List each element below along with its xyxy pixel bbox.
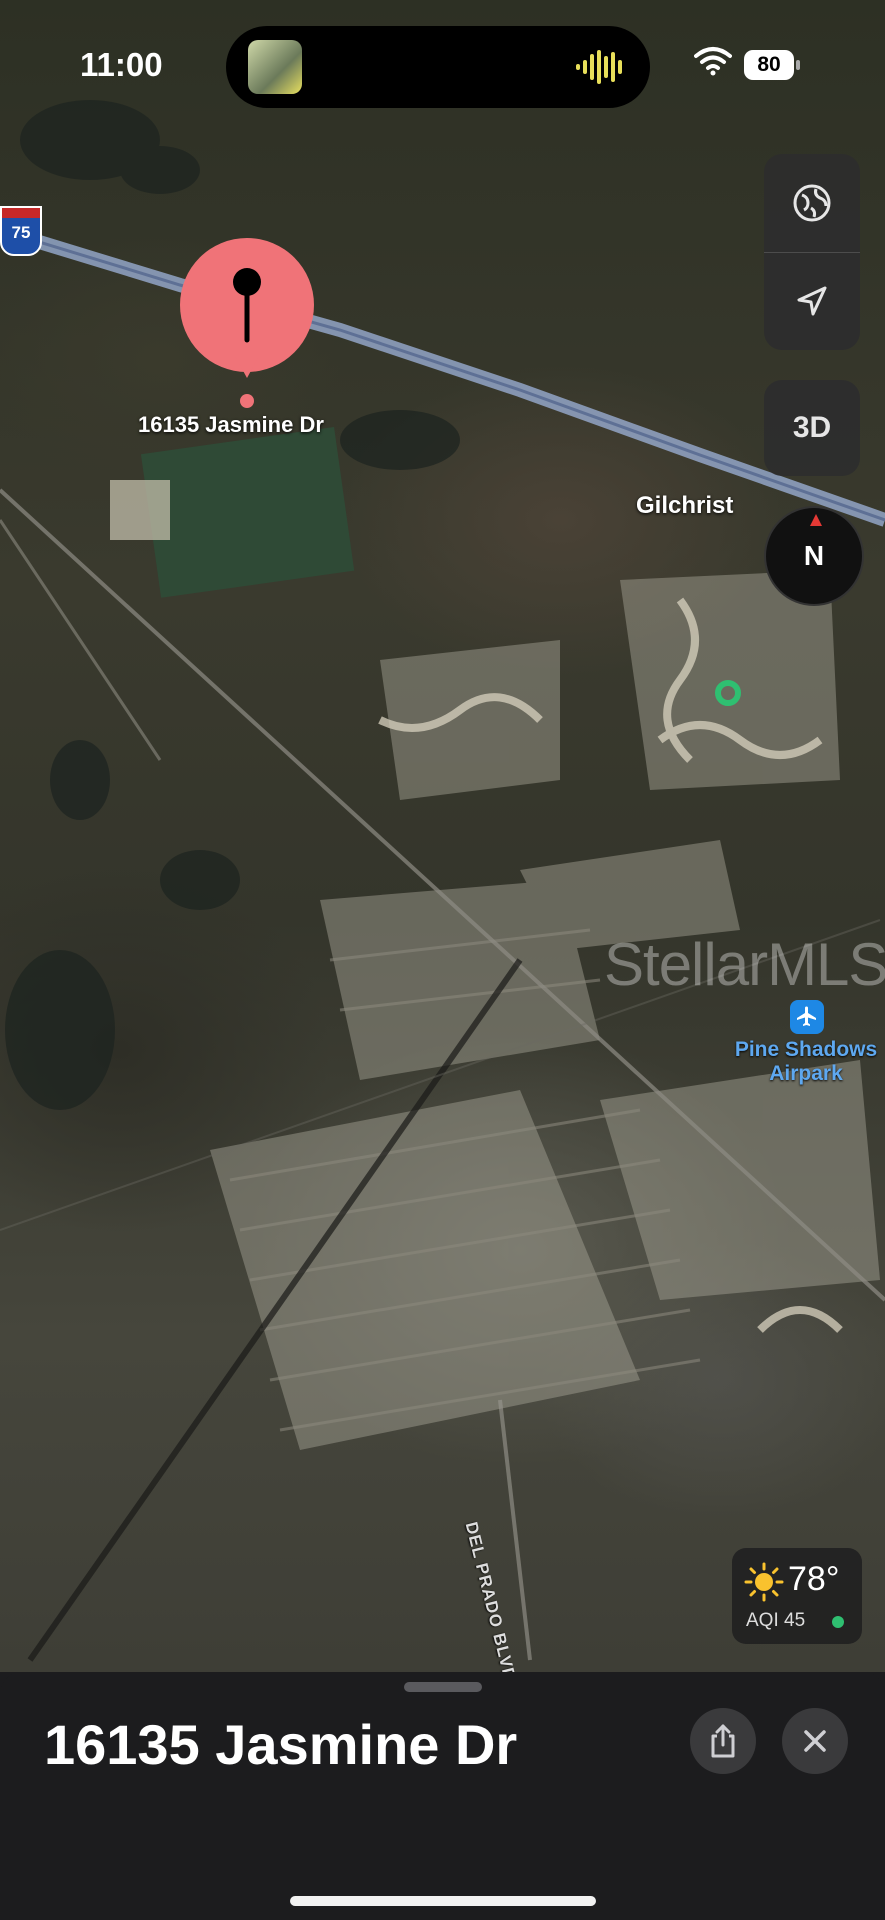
temperature: 78° [788,1560,840,1598]
share-button[interactable] [690,1708,756,1774]
poi-marker[interactable] [715,680,741,706]
close-button[interactable] [782,1708,848,1774]
now-playing-artwork [248,40,302,94]
airport-label[interactable]: Pine Shadows Airpark [726,1038,885,1086]
watermark: StellarMLS [604,931,885,998]
map-controls [764,154,860,350]
place-card-sheet[interactable]: 16135 Jasmine Dr [0,1672,885,1920]
aqi-status-dot [832,1616,844,1628]
status-time: 11:00 [80,46,163,83]
location-arrow-icon [797,286,827,316]
map-pin-icon [233,268,261,343]
airport-icon[interactable] [790,1000,824,1034]
weather-widget[interactable]: 78° AQI 45 [732,1548,862,1644]
aqi-label: AQI 45 [746,1610,806,1631]
home-indicator[interactable] [290,1896,596,1906]
toggle-3d-button[interactable]: 3D [764,380,860,476]
current-location-button[interactable] [764,252,860,350]
compass-label: N [803,540,825,571]
sun-icon [744,1562,784,1602]
airplane-icon [797,1006,816,1026]
pin-label[interactable]: 16135 Jasmine Dr [138,412,324,438]
interstate-shield: 75 [0,206,42,256]
share-icon [711,1724,735,1758]
compass-button[interactable]: N [764,506,864,606]
place-label-gilchrist[interactable]: Gilchrist [636,492,733,520]
pin-anchor-dot [240,394,254,408]
battery-indicator: 80 [744,50,800,80]
place-title: 16135 Jasmine Dr [44,1713,518,1776]
satellite-map[interactable]: 75 16135 Jasmine Dr Gilchrist StellarMLS… [0,0,885,1672]
globe-icon [793,184,831,222]
map-mode-button[interactable] [764,154,860,253]
audio-waveform-icon [576,50,622,84]
map-roads-layer [0,100,885,1662]
compass-needle-icon [810,514,822,526]
sheet-grabber[interactable] [404,1682,482,1692]
dynamic-island[interactable] [226,26,650,108]
close-icon [804,1730,826,1752]
wifi-icon [694,47,732,76]
location-pin[interactable] [180,238,314,378]
